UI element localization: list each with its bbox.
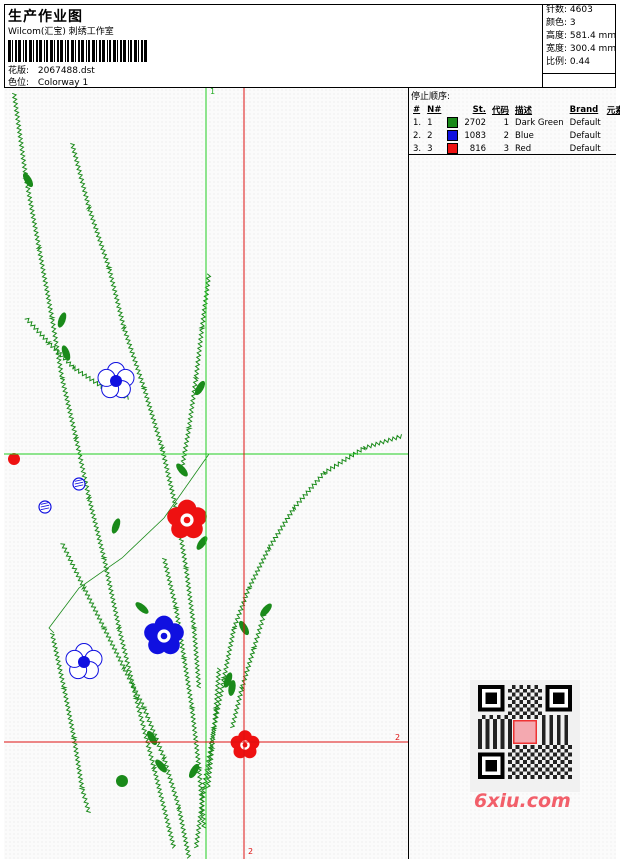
col-needle: N#: [427, 104, 442, 115]
row-brand: Default: [569, 117, 601, 128]
design-width-value: 300.4 mm: [569, 44, 617, 54]
design-scale-label: 比例:: [546, 57, 568, 67]
leaf-1: [22, 172, 34, 188]
design-width: 宽度: 300.4 mm: [543, 43, 616, 56]
design-width-label: 宽度:: [546, 44, 568, 54]
qr-code: [470, 680, 580, 792]
row-index: 1.: [413, 117, 422, 128]
stitch-count: 针数: 4603: [543, 4, 616, 17]
flowers: [8, 362, 260, 759]
red-flower-bottom: [230, 730, 260, 759]
color-count: 颜色: 3: [543, 17, 616, 30]
red-bud-left: [8, 453, 20, 465]
row-code: 2: [503, 130, 510, 141]
stem-7: [60, 543, 192, 859]
stop-sequence-table: # N# St. 代码 描述 Brand 元素 1. 1 2702 1 Dark Gre…: [410, 103, 620, 155]
row-swatch: [444, 129, 461, 142]
stem-5: [193, 434, 402, 849]
design-height: 高度: 581.4 mm: [543, 30, 616, 43]
design-scale-value: 0.44: [569, 57, 590, 67]
col-stitches: St.: [472, 104, 487, 115]
stem-2: [70, 143, 202, 689]
leaf-5: [176, 463, 188, 477]
colorway-line: 色位: Colorway 1: [8, 75, 88, 88]
row-index: 2.: [413, 130, 422, 141]
blue-flower-bottom: [65, 643, 103, 680]
leaf-8: [135, 602, 149, 614]
leaf-3: [61, 345, 71, 361]
embroidery-canvas: [4, 88, 408, 859]
design-preview[interactable]: 1 2 2: [4, 88, 409, 859]
stats-footer: [543, 73, 616, 88]
row-brand: Default: [569, 130, 601, 141]
axis-label-top: 1: [210, 88, 216, 96]
legend-divider: [409, 154, 616, 155]
blue-flower-top: [97, 362, 135, 399]
leaf-16: [116, 775, 128, 787]
col-code: 代码: [492, 105, 510, 116]
header: 生产作业图 Wilcom(汇宝) 刺绣工作室 花版: 2067488.dst 色…: [4, 4, 616, 88]
stats-panel: 针数: 4603 颜色: 3 高度: 581.4 mm 宽度: 300.4 mm…: [542, 4, 616, 88]
row-needle: 2: [427, 130, 433, 141]
row-stitches: 2702: [464, 117, 487, 128]
design-scale: 比例: 0.44: [543, 56, 616, 69]
color-swatch: [447, 130, 459, 141]
leaf-6: [111, 518, 121, 534]
green-stems: [11, 92, 402, 859]
row-stitches: 1083: [464, 130, 487, 141]
leaf-9: [260, 603, 272, 617]
col-description: 描述: [515, 105, 533, 116]
qr-center-stamp: [513, 720, 537, 744]
axis-label-bottom: 2: [248, 847, 254, 856]
row-element: [604, 116, 620, 129]
table-row[interactable]: 2. 2 1083 2 Blue Default: [410, 129, 620, 142]
color-count-label: 颜色:: [546, 18, 568, 28]
design-height-value: 581.4 mm: [569, 31, 617, 41]
travel-stitch: [48, 453, 210, 634]
col-brand: Brand: [569, 104, 599, 115]
row-swatch: [444, 116, 461, 129]
axis-label-right: 2: [395, 733, 401, 742]
row-code: 1: [503, 117, 510, 128]
stem-8: [162, 557, 207, 829]
studio-name: Wilcom(汇宝) 刺绣工作室: [8, 27, 114, 37]
row-needle: 1: [427, 117, 433, 128]
colorway-value: Colorway 1: [37, 78, 89, 88]
barcode: [8, 40, 148, 62]
row-description: Dark Green: [515, 117, 564, 128]
color-swatch: [447, 117, 459, 128]
stitch-count-value: 4603: [569, 5, 593, 15]
stop-sequence-title: 停止顺序:: [411, 92, 451, 102]
page-title: 生产作业图: [8, 9, 83, 25]
col-swatch: [444, 103, 461, 116]
row-description: Blue: [515, 130, 534, 141]
watermark-text: 6xiu.com: [474, 790, 571, 812]
table-row[interactable]: 1. 1 2702 1 Dark Green Default: [410, 116, 620, 129]
stitch-count-label: 针数:: [546, 5, 568, 15]
leaves: [22, 172, 272, 787]
colorway-label: 色位:: [8, 78, 30, 88]
color-swatch: [447, 143, 459, 154]
col-element: 元素: [606, 105, 620, 116]
table-header-row: # N# St. 代码 描述 Brand 元素: [410, 103, 620, 116]
color-count-value: 3: [569, 18, 576, 28]
col-index: #: [413, 104, 421, 115]
design-height-label: 高度:: [546, 31, 568, 41]
leaf-2: [57, 312, 67, 328]
row-element: [604, 129, 620, 142]
